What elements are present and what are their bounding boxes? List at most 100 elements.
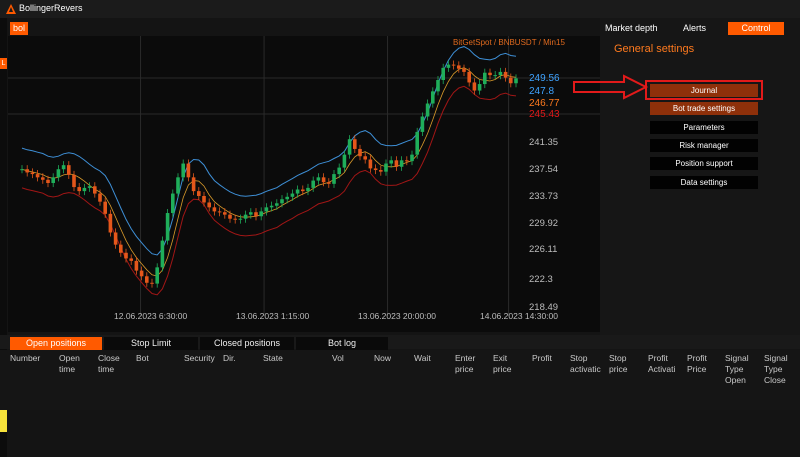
candle-body (472, 82, 477, 91)
column-header[interactable]: Profit (532, 353, 562, 364)
column-header[interactable]: Number (10, 353, 54, 364)
y-axis-tick-label: 241.35 (529, 137, 558, 148)
candle-body (342, 154, 347, 168)
candle-body (394, 160, 399, 167)
candle-body (202, 195, 206, 203)
column-header[interactable]: State (263, 353, 303, 364)
y-axis-tick-label: 229.92 (529, 218, 558, 229)
candle-body (483, 72, 487, 85)
bot-badge[interactable]: bol (10, 22, 28, 35)
column-header[interactable]: Stop price (609, 353, 639, 375)
candle-body (285, 196, 289, 200)
candle-body (30, 172, 35, 175)
price-chart[interactable]: 249.56 247.8246.77245.43 241.35 237.54 233.7… (8, 36, 600, 332)
left-side-tab[interactable]: L (0, 58, 7, 69)
candle-body (441, 67, 445, 81)
candle-body (51, 177, 55, 184)
candle-body (20, 169, 24, 171)
column-header[interactable]: Wait (414, 353, 444, 364)
column-header[interactable]: Open time (59, 353, 89, 375)
candle-body (207, 202, 211, 208)
candle-body (145, 276, 149, 283)
column-header[interactable]: Vol (332, 353, 362, 364)
column-header[interactable]: Stop activatic (570, 353, 606, 375)
tab-stop-limit[interactable]: Stop Limit (104, 337, 198, 350)
column-header[interactable]: Exit price (493, 353, 523, 375)
candle-body (373, 168, 378, 171)
candle-body (46, 179, 50, 184)
chart-subtitle: BitGetSpot / BNBUSDT / Min15 (453, 38, 565, 47)
price-label: 247.8 (529, 86, 554, 97)
candle-body (129, 258, 133, 261)
candle-body (368, 159, 373, 169)
column-header[interactable]: Profit Activati (648, 353, 684, 375)
tab-control[interactable]: Control (728, 22, 784, 35)
candle-body (399, 160, 404, 167)
candle-body (353, 139, 357, 149)
data-settings-button[interactable]: Data settings (650, 176, 758, 189)
candle-body (77, 187, 81, 192)
x-axis-tick-label: 13.06.2023 20:00:00 (358, 311, 436, 321)
candle-body (249, 212, 253, 215)
app-logo-icon (6, 4, 16, 14)
candle-body (191, 177, 196, 192)
candle-body (415, 131, 419, 155)
candle-body (233, 218, 237, 220)
tab-open-positions[interactable]: Open positions (10, 337, 102, 350)
candle-body (119, 244, 123, 253)
column-header[interactable]: Bot (136, 353, 166, 364)
candle-body (108, 213, 113, 233)
y-axis-tick-label: 233.73 (529, 191, 558, 202)
candle-body (467, 71, 471, 83)
tab-closed-positions[interactable]: Closed positions (200, 337, 294, 350)
price-label: 245.43 (529, 109, 560, 120)
candle-body (103, 201, 107, 214)
candle-body (186, 163, 191, 178)
y-axis-tick-label: 237.54 (529, 164, 558, 175)
candle-body (197, 191, 201, 196)
candle-body (176, 177, 180, 194)
candle-body (347, 139, 352, 155)
tab-alerts[interactable]: Alerts (683, 22, 706, 35)
candle-body (327, 182, 331, 184)
candle-body (503, 71, 508, 78)
column-header[interactable]: Signal Type Open (725, 353, 755, 386)
candle-body (384, 163, 388, 172)
candle-body (134, 260, 139, 271)
candle-body (457, 65, 461, 69)
journal-button[interactable]: Journal (650, 84, 758, 97)
red-arrow-icon (573, 74, 649, 100)
candle-body (238, 218, 243, 220)
candle-body (82, 187, 87, 192)
candle-body (498, 71, 503, 76)
candle-body (301, 189, 305, 192)
y-axis-tick-label: 226.11 (529, 244, 557, 255)
column-header[interactable]: Enter price (455, 353, 485, 375)
candle-body (160, 240, 165, 268)
column-header[interactable]: Security (184, 353, 224, 364)
candle-body (155, 267, 159, 284)
candle-body (311, 180, 315, 188)
bot-trade-settings-button[interactable]: Bot trade settings (650, 102, 758, 115)
parameters-button[interactable]: Parameters (650, 121, 758, 134)
candle-body (295, 189, 300, 194)
risk-manager-button[interactable]: Risk manager (650, 139, 758, 152)
candle-body (446, 64, 451, 68)
candle-body (243, 214, 248, 219)
candle-body (280, 199, 284, 204)
candle-body (181, 163, 185, 178)
candle-body (488, 72, 492, 76)
candle-body (275, 203, 279, 206)
column-header[interactable]: Signal Type Close (764, 353, 794, 386)
column-header[interactable]: Close time (98, 353, 128, 375)
x-axis-tick-label: 14.06.2023 14:30:00 (480, 311, 558, 321)
column-header[interactable]: Dir. (223, 353, 253, 364)
tab-market-depth[interactable]: Market depth (605, 22, 658, 35)
column-header[interactable]: Profit Price (687, 353, 717, 375)
candle-body (61, 165, 66, 170)
column-header[interactable]: Now (374, 353, 404, 364)
tab-bot-log[interactable]: Bot log (296, 337, 388, 350)
candle-body (254, 212, 258, 217)
position-support-button[interactable]: Position support (650, 157, 758, 170)
candle-body (431, 91, 435, 104)
